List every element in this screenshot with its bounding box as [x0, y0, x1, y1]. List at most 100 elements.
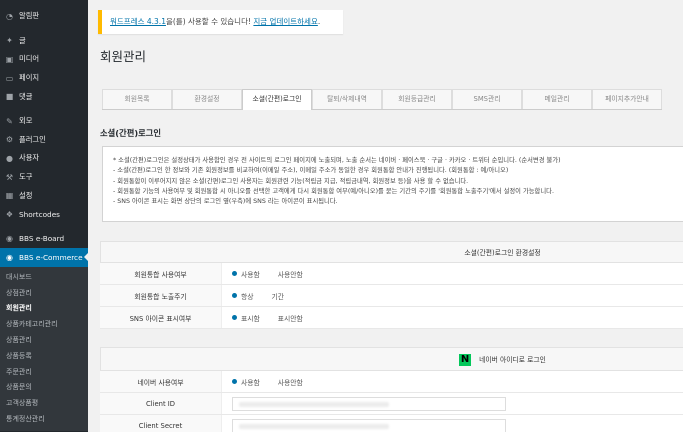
- description-line: - 소셜(간편)로그인 한 정보와 기존 회원정보를 비교하여(이메일 주소),…: [113, 167, 509, 175]
- settings-row: Client Secret: [100, 415, 683, 432]
- menu-dashboard[interactable]: ◔ 알림판: [0, 7, 88, 26]
- menu-appearance[interactable]: ✎ 외모: [0, 112, 88, 131]
- update-notice: 워드프레스 4.3.1을(를) 사용할 수 있습니다! 지금 업데이트하세요.: [98, 10, 343, 34]
- menu-plugins[interactable]: ⚙ 플러그인: [0, 131, 88, 150]
- tab-page-guide[interactable]: 페이지추가안내: [592, 89, 662, 109]
- radio-dot-icon: [232, 271, 237, 276]
- menu-media[interactable]: ▣ 미디어: [0, 50, 88, 69]
- submenu-members[interactable]: 회원관리: [0, 301, 88, 317]
- description-line: - 회원통합 기능의 사용여부 및 회원통합 시 아니오를 선택한 고객에게 다…: [113, 187, 554, 195]
- radio-option[interactable]: 항상: [232, 291, 254, 301]
- radio-label: 기간: [271, 292, 285, 301]
- naver-logo-icon: N: [459, 354, 472, 366]
- submenu-products[interactable]: 상품관리: [0, 333, 88, 349]
- menu-label: 댓글: [19, 91, 33, 101]
- tab-environment[interactable]: 환경설정: [172, 89, 242, 109]
- menu-label: 설정: [19, 190, 33, 200]
- submenu-add-product[interactable]: 상품등록: [0, 349, 88, 365]
- settings-row: 회원통합 노출주기 항상 기간: [100, 285, 683, 307]
- tab-sms[interactable]: SMS관리: [452, 89, 522, 109]
- plugin-icon: ⚙: [5, 135, 14, 145]
- submenu-statistics[interactable]: 통계정산관리: [0, 412, 88, 428]
- menu-label: 글: [19, 35, 26, 45]
- submenu-reviews[interactable]: 고객상품평: [0, 396, 88, 412]
- tab-member-list[interactable]: 회원목록: [102, 89, 172, 109]
- notice-text: 을(를) 사용할 수 있습니다!: [165, 17, 251, 26]
- tab-member-grade[interactable]: 회원등급관리: [382, 89, 452, 109]
- settings-tabs: 회원목록 환경설정 소셜(간편)로그인 탈퇴/삭제내역 회원등급관리 SMS관리…: [102, 89, 662, 110]
- radio-label: 사용함: [241, 378, 260, 387]
- menu-bbs-eboard[interactable]: ◉ BBS e-Board: [0, 230, 88, 249]
- menu-comments[interactable]: ■ 댓글: [0, 87, 88, 106]
- radio-dot-icon: [268, 271, 274, 276]
- menu-pages[interactable]: ▭ 페이지: [0, 69, 88, 88]
- pin-icon: ✦: [6, 36, 13, 46]
- radio-option[interactable]: 기간: [262, 291, 285, 301]
- radio-dot-icon: [232, 379, 237, 384]
- menu-settings[interactable]: ▦ 설정: [0, 186, 88, 205]
- radio-dot-icon: [232, 293, 237, 298]
- panel-title-row: N 네이버 아이디로 로그인: [100, 347, 683, 371]
- admin-sidebar: ◔ 알림판 ✦ 글 ▣ 미디어 ▭ 페이지 ■ 댓글 ✎ 외모 ⚙ 플러그인 ●…: [0, 0, 88, 432]
- radio-option[interactable]: 표시안함: [268, 313, 303, 323]
- radio-option[interactable]: 사용함: [232, 269, 260, 279]
- settings-row: SNS 아이콘 표시여부 표시함 표시안함: [100, 307, 683, 329]
- submenu-orders[interactable]: 주문관리: [0, 365, 88, 381]
- submenu-shop[interactable]: 상점관리: [0, 286, 88, 302]
- menu-label: 플러그인: [19, 134, 46, 144]
- radio-dot-icon: [262, 293, 268, 298]
- commerce-icon: ◉: [6, 252, 13, 262]
- row-label: Client ID: [100, 393, 222, 414]
- page-icon: ▭: [5, 73, 14, 83]
- menu-label: 도구: [19, 172, 33, 182]
- menu-label: 외모: [19, 116, 33, 126]
- radio-label: 사용함: [241, 270, 260, 279]
- tab-mail[interactable]: 메일관리: [522, 89, 592, 109]
- settings-icon: ▦: [5, 191, 14, 201]
- wrench-icon: ⚒: [5, 172, 14, 182]
- user-icon: ●: [6, 153, 13, 163]
- ecommerce-submenu: 대시보드 상점관리 회원관리 상품카테고리관리 상품관리 상품등록 주문관리 상…: [0, 266, 88, 431]
- menu-users[interactable]: ● 사용자: [0, 149, 88, 168]
- row-label: 회원통합 사용여부: [100, 263, 222, 284]
- naver-login-panel: N 네이버 아이디로 로그인 네이버 사용여부 사용함 사용안함 Client I…: [100, 347, 683, 432]
- menu-shortcodes[interactable]: ❖ Shortcodes: [0, 205, 88, 224]
- submenu-categories[interactable]: 상품카테고리관리: [0, 317, 88, 333]
- description-line: * 소셜(간편)로그인은 설정상태가 사용함인 경우 전 사이트의 로그인 페이…: [113, 157, 561, 164]
- submenu-inquiries[interactable]: 상품문의: [0, 380, 88, 396]
- menu-posts[interactable]: ✦ 글: [0, 32, 88, 51]
- radio-option[interactable]: 사용안함: [268, 269, 303, 279]
- radio-label: 사용안함: [277, 270, 303, 279]
- radio-dot-icon: [268, 315, 274, 320]
- menu-bbs-ecommerce[interactable]: ◉ BBS e-Commerce: [0, 248, 88, 267]
- radio-option[interactable]: 표시함: [232, 313, 260, 323]
- update-now-link[interactable]: 지금 업데이트하세요: [253, 17, 317, 26]
- section-title: 소셜(간편)로그인: [100, 128, 162, 138]
- submenu-dashboard[interactable]: 대시보드: [0, 270, 88, 286]
- tab-withdrawal[interactable]: 탈퇴/삭제내역: [312, 89, 382, 109]
- description-line: - SNS 아이콘 표시는 화면 상단의 로그인 옆(우측)에 SNS 라는 아…: [113, 198, 338, 206]
- description-line: - 회원통합이 이루어지지 않은 소셜(간편)로그인 사용자는 회원관련 기능(…: [113, 177, 469, 185]
- notice-end: .: [317, 17, 321, 26]
- radio-option[interactable]: 사용함: [232, 377, 260, 387]
- row-label: Client Secret: [100, 415, 222, 432]
- panel-title: 소셜(간편)로그인 환경설정: [100, 241, 683, 263]
- radio-option[interactable]: 사용안함: [268, 377, 303, 387]
- menu-label: 사용자: [19, 153, 40, 163]
- menu-label: 알림판: [19, 11, 40, 21]
- board-icon: ◉: [6, 234, 13, 244]
- comment-icon: ■: [5, 92, 14, 102]
- menu-tools[interactable]: ⚒ 도구: [0, 168, 88, 187]
- tab-social-login[interactable]: 소셜(간편)로그인: [242, 89, 312, 110]
- radio-label: 항상: [241, 292, 254, 301]
- client-id-input[interactable]: [232, 396, 506, 411]
- radio-label: 표시안함: [277, 314, 303, 323]
- media-icon: ▣: [5, 54, 14, 64]
- settings-row: 네이버 사용여부 사용함 사용안함: [100, 371, 683, 393]
- shortcode-icon: ❖: [5, 209, 14, 219]
- menu-label: BBS e-Board: [19, 234, 65, 244]
- wordpress-version-link[interactable]: 워드프레스 4.3.1: [110, 17, 166, 26]
- client-secret-input[interactable]: [232, 418, 506, 432]
- panel-title: 네이버 아이디로 로그인: [479, 356, 546, 364]
- menu-label: Shortcodes: [19, 209, 60, 219]
